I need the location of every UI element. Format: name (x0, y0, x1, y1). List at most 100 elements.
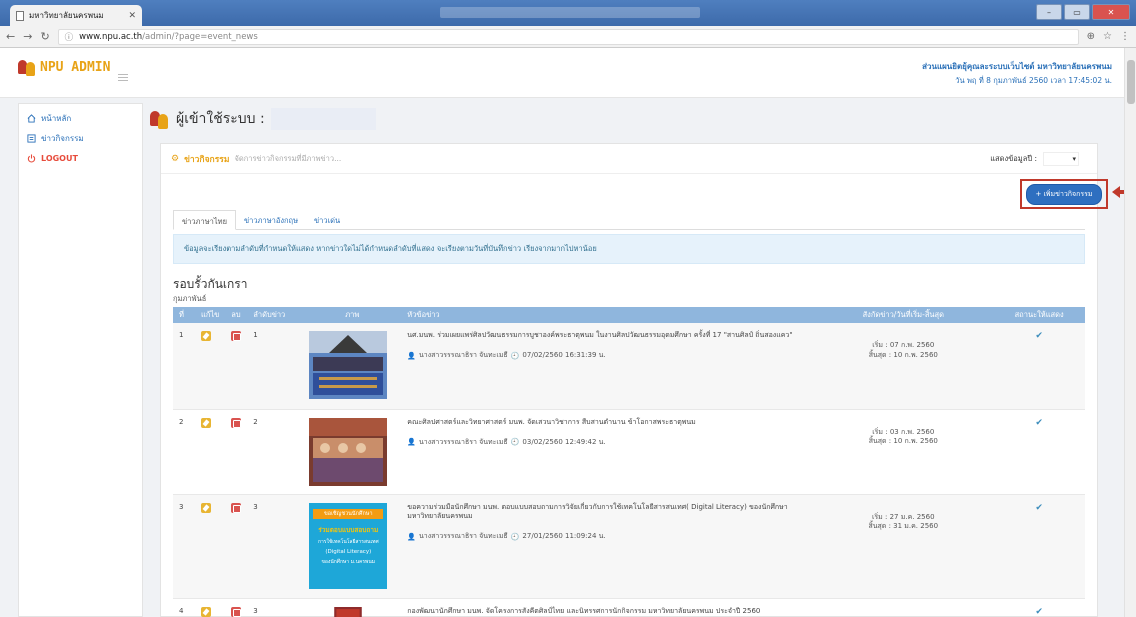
edit-icon[interactable] (201, 331, 211, 341)
news-author: นางสาวรรรณาธิรา จันทะเมธี (419, 532, 508, 541)
edit-cell (195, 494, 226, 599)
range-cell (813, 598, 994, 617)
table-header: ที่ แก้ไข ลบ ลำดับข่าว ภาพ หัวข้อข่าว สั… (173, 307, 1085, 323)
news-author: นางสาวรรรณาธิรา จันทะเมธี (419, 437, 508, 446)
browser-tab[interactable]: มหาวิทยาลัยนครพนม ✕ (10, 5, 142, 26)
edit-icon[interactable] (201, 606, 211, 617)
tab-english[interactable]: ข่าวภาษาอังกฤษ (236, 210, 306, 229)
news-thumbnail[interactable]: ขอเชิญชวนนักศึกษา ร่วมตอบแบบสอบถาม การใช… (309, 502, 388, 589)
app-header: NPU ADMIN ส่วนแผนยิตยุ้คุณละระบบเว็บไซต์… (0, 48, 1124, 98)
title-cell: นศ.มนพ. ร่วมเผยแพร่ศิลปวัฒนธรรมการบูชาอง… (401, 323, 814, 410)
thumb-line: ร่วมตอบแบบสอบถาม (318, 525, 379, 534)
news-thumbnail[interactable] (309, 331, 388, 399)
thumb-line: การใช้เทคโนโลยีสารสนเทศ (317, 538, 379, 545)
status-cell: ✔ (993, 323, 1085, 410)
news-meta: 👤 นางสาวรรรณาธิรา จันทะเมธี 🕘 07/02/2560… (407, 350, 807, 361)
sidebar-item-logout[interactable]: LOGOUT (19, 148, 142, 168)
row-no: 2 (173, 409, 195, 495)
table-row: 4 3 กองพัฒนานักศึกษา มนพ. จัดโครงการสังค… (173, 598, 1085, 617)
card-header: ⚙ ข่าวกิจกรรม จัดการข่าวกิจกรรมที่มีภาพข… (161, 144, 1097, 174)
clock-icon: 🕘 (510, 351, 520, 360)
tab-featured[interactable]: ข่าวเด่น (306, 210, 348, 229)
gear-icon: ⚙ (171, 153, 180, 164)
row-order: 3 (247, 494, 304, 599)
forward-icon[interactable]: → (23, 30, 32, 43)
scrollbar-thumb[interactable] (1127, 60, 1135, 104)
delete-icon[interactable] (231, 331, 242, 341)
browser-titlebar: มหาวิทยาลัยนครพนม ✕ – ▭ ✕ (0, 0, 1136, 26)
image-cell (303, 323, 402, 410)
thumb-line: ขอเชิญชวนนักศึกษา (313, 508, 384, 519)
reload-icon[interactable]: ↻ (40, 30, 49, 43)
tab-thai[interactable]: ข่าวภาษาไทย (173, 210, 236, 230)
row-no: 4 (173, 598, 195, 617)
add-news-button[interactable]: + เพิ่มข่าวกิจกรรม (1026, 183, 1102, 205)
row-order: 2 (247, 409, 304, 495)
delete-icon[interactable] (231, 606, 242, 617)
table-row: 1 1 นศ.มนพ. ร่วมเผยแพร่ศิลปวัฒนธรรมการบู… (173, 323, 1085, 410)
tab-title: มหาวิทยาลัยนครพนม (29, 11, 104, 20)
delete-icon[interactable] (231, 417, 242, 428)
edit-icon[interactable] (201, 417, 211, 428)
start-date: เริ่ม : 27 ม.ค. 2560 (872, 512, 935, 521)
clock-icon: 🕘 (510, 532, 520, 541)
minimize-icon[interactable]: – (1036, 4, 1062, 20)
sidebar-item-home[interactable]: หน้าหลัก (19, 108, 142, 128)
info-icon[interactable]: ⓘ (65, 31, 74, 43)
menu-icon[interactable]: ⋮ (1120, 31, 1130, 42)
sidebar-item-news[interactable]: ข่าวกิจกรรม (19, 128, 142, 148)
delete-icon[interactable] (231, 502, 242, 513)
end-date: สิ้นสุด : 31 ม.ค. 2560 (868, 522, 939, 531)
close-tab-icon[interactable]: ✕ (128, 11, 136, 21)
image-cell (303, 598, 402, 617)
col-title: หัวข้อข่าว (401, 307, 814, 323)
delete-cell (225, 598, 248, 617)
news-time: 07/02/2560 16:31:39 น. (522, 351, 606, 360)
user-icon: 👤 (407, 351, 416, 360)
main-content: ผู้เข้าใช้ระบบ : ⚙ ข่าวกิจกรรม จัดการข่า… (150, 103, 1120, 617)
filter-label: แสดงข้อมูลปี : (990, 154, 1037, 163)
col-no: ที่ (173, 307, 195, 323)
logo[interactable]: NPU ADMIN (18, 58, 110, 76)
year-filter: แสดงข้อมูลปี : ▾ (990, 152, 1079, 166)
news-time: 27/01/2560 11:09:24 น. (522, 532, 606, 541)
table-row: 2 2 คณะศิลปศาสตร์และวิทยาศาสตร์ มนพ. จัด… (173, 409, 1085, 495)
edit-icon[interactable] (201, 502, 211, 513)
news-thumbnail[interactable] (309, 417, 388, 486)
title-cell: ขอความร่วมมือนักศึกษา มนพ. ตอบแบบสอบถามก… (401, 494, 814, 599)
news-thumbnail[interactable] (309, 606, 387, 617)
news-title[interactable]: คณะศิลปศาสตร์และวิทยาศาสตร์ มนพ. จัดเสวน… (407, 418, 807, 427)
range-cell: เริ่ม : 07 ก.พ. 2560 สิ้นสุด : 10 ก.พ. 2… (813, 323, 994, 410)
row-order: 3 (247, 598, 304, 617)
url-input[interactable]: ⓘ www.npu.ac.th/admin/?page=event_news (57, 28, 1079, 45)
card-subtitle: จัดการข่าวกิจกรรมที่มีภาพข่าว... (234, 153, 342, 163)
sidebar: หน้าหลัก ข่าวกิจกรรม LOGOUT (18, 103, 143, 617)
people-icon (150, 109, 170, 129)
zoom-icon[interactable]: ⊕ (1087, 31, 1095, 42)
news-meta: 👤 นางสาวรรรณาธิรา จันทะเมธี 🕘 03/02/2560… (407, 437, 807, 448)
news-table: ที่ แก้ไข ลบ ลำดับข่าว ภาพ หัวข้อข่าว สั… (173, 307, 1085, 617)
maximize-icon[interactable]: ▭ (1064, 4, 1090, 20)
col-image: ภาพ (303, 307, 402, 323)
close-window-icon[interactable]: ✕ (1092, 4, 1130, 20)
news-title[interactable]: กองพัฒนานักศึกษา มนพ. จัดโครงการสังคีตศิ… (407, 607, 807, 616)
status-cell: ✔ (993, 409, 1085, 495)
delete-cell (225, 409, 248, 495)
header-datetime: วัน พฤ ที่ 8 กุมภาพันธ์ 2560 เวลา 17:45:… (955, 76, 1112, 85)
clock-icon: 🕘 (510, 438, 520, 447)
year-select[interactable]: ▾ (1043, 152, 1079, 166)
end-date: สิ้นสุด : 10 ก.พ. 2560 (868, 437, 938, 446)
back-icon[interactable]: ← (6, 30, 15, 43)
news-title[interactable]: นศ.มนพ. ร่วมเผยแพร่ศิลปวัฒนธรรมการบูชาอง… (407, 331, 807, 340)
hamburger-icon[interactable] (118, 74, 128, 81)
user-icon: 👤 (407, 438, 416, 447)
news-time: 03/02/2560 12:49:42 น. (522, 437, 606, 446)
card-title: ข่าวกิจกรรม (184, 154, 230, 165)
page-scrollbar[interactable] (1124, 48, 1136, 617)
star-icon[interactable]: ☆ (1103, 31, 1112, 42)
sidebar-item-label: หน้าหลัก (41, 113, 72, 123)
col-edit: แก้ไข (195, 307, 226, 323)
news-title[interactable]: ขอความร่วมมือนักศึกษา มนพ. ตอบแบบสอบถามก… (407, 503, 807, 522)
check-icon: ✔ (1035, 502, 1043, 513)
image-cell (303, 409, 402, 495)
